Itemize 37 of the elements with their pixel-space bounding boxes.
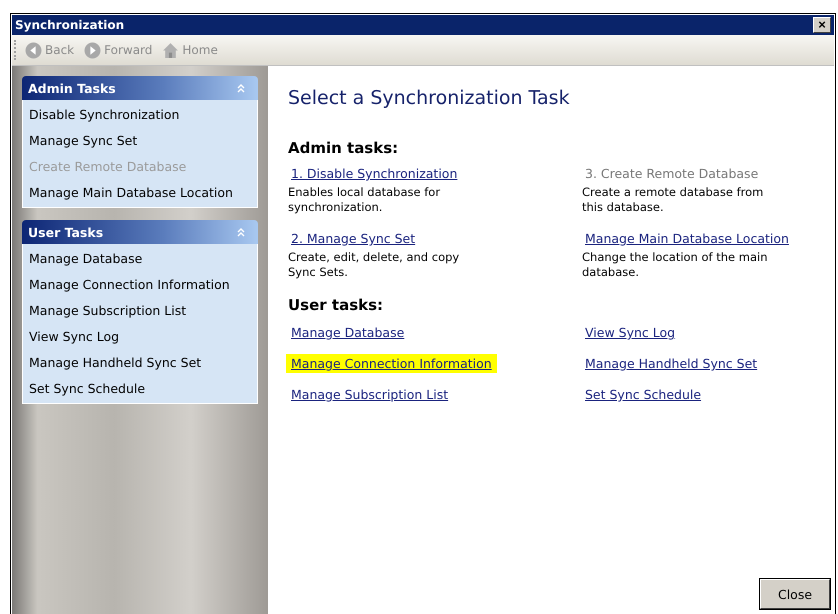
group-header[interactable]: Admin Tasks [22, 76, 258, 100]
close-button[interactable]: Close [760, 579, 830, 609]
task-link[interactable]: Set Sync Schedule [582, 386, 704, 403]
sidebar-item[interactable]: Manage Connection Information [23, 272, 257, 298]
sidebar-item[interactable]: Manage Sync Set [23, 128, 257, 154]
task-description: Create a remote database from this database. [582, 185, 764, 215]
close-button[interactable]: × [813, 17, 831, 33]
group-header[interactable]: User Tasks [22, 220, 258, 244]
sidebar-item[interactable]: Manage Subscription List [23, 298, 257, 324]
task-description: Change the location of the main database. [582, 250, 768, 280]
task-link[interactable]: 2. Manage Sync Set [288, 230, 418, 247]
house-icon [162, 42, 180, 58]
window-title: Synchronization [15, 18, 124, 32]
toolbar-grip [14, 40, 18, 60]
task-link[interactable]: Manage Handheld Sync Set [582, 355, 760, 372]
task-label: 3. Create Remote Database [584, 165, 760, 182]
section-heading: Admin tasks: [288, 139, 400, 157]
task-link[interactable]: Manage Database [288, 324, 408, 341]
collapse-icon [236, 227, 246, 237]
collapse-icon [236, 83, 246, 93]
sidebar-item[interactable]: Manage Main Database Location [23, 180, 257, 206]
group-title: User Tasks [28, 224, 104, 240]
task-link[interactable]: 1. Disable Synchronization [288, 165, 460, 182]
sidebar-item[interactable]: Manage Handheld Sync Set [23, 350, 257, 376]
task-link[interactable]: View Sync Log [582, 324, 678, 341]
task-link[interactable]: Manage Connection Information [286, 354, 497, 373]
sidebar-item[interactable]: Set Sync Schedule [23, 376, 257, 402]
sidebar-item[interactable]: View Sync Log [23, 324, 257, 350]
section-heading: User tasks: [288, 296, 384, 314]
task-link[interactable]: Manage Main Database Location [582, 230, 792, 247]
page-heading: Select a Synchronization Task [288, 87, 571, 109]
sidebar-item[interactable]: Disable Synchronization [23, 102, 257, 128]
task-description: Create, edit, delete, and copy Sync Sets. [288, 250, 460, 280]
group-title: Admin Tasks [28, 80, 116, 96]
task-description: Enables local database for synchronization. [288, 185, 442, 215]
sidebar-item[interactable]: Manage Database [23, 246, 257, 272]
task-link[interactable]: Manage Subscription List [288, 386, 452, 403]
